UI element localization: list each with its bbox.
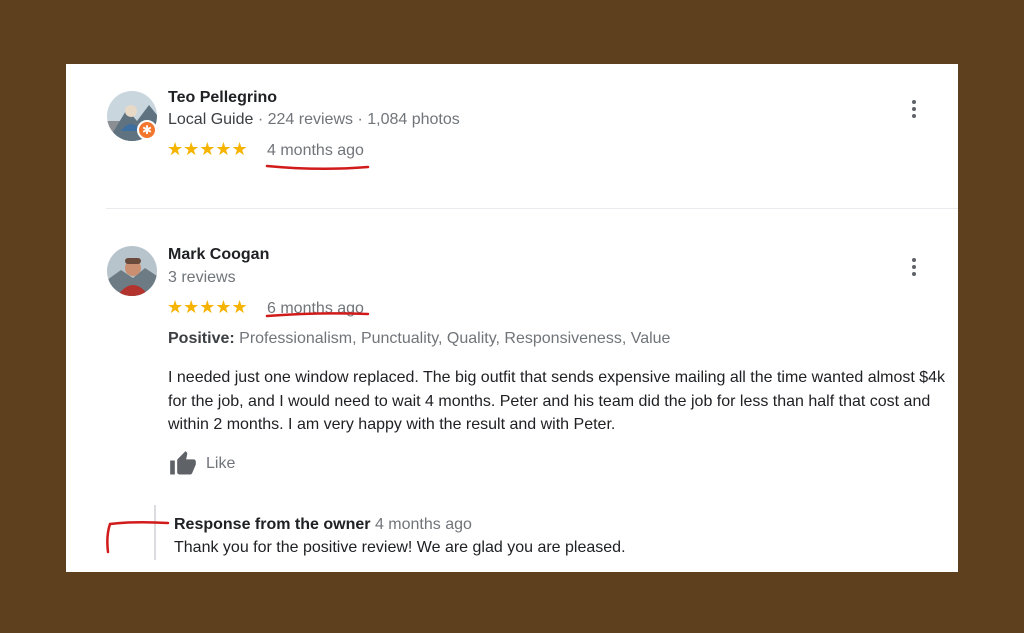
review-text: I needed just one window replaced. The b…: [168, 369, 946, 433]
avatar-image: [107, 246, 157, 296]
review-date: 6 months ago: [267, 300, 364, 317]
positive-attributes: Positive: Professionalism, Punctuality, …: [168, 330, 670, 348]
like-button[interactable]: Like: [168, 450, 235, 478]
reviews-panel: ✱ Teo Pellegrino Local Guide · 224 revie…: [66, 64, 958, 572]
avatar[interactable]: [107, 246, 157, 296]
reviewer-name[interactable]: Teo Pellegrino: [168, 89, 277, 107]
review-date: 4 months ago: [267, 142, 364, 159]
separator: ·: [257, 111, 268, 128]
more-vert-icon[interactable]: [906, 256, 922, 278]
owner-response-header: Response from the owner 4 months ago: [174, 516, 472, 534]
owner-response-title: Response from the owner: [174, 516, 371, 533]
thumbs-up-icon: [170, 451, 196, 475]
star-rating: ★★★★★: [167, 297, 248, 317]
reviewer-stats[interactable]: Local Guide · 224 reviews · 1,084 photos: [168, 111, 460, 129]
red-underline-annotation: [265, 164, 370, 171]
owner-response-date: 4 months ago: [374, 516, 472, 533]
positive-values: Professionalism, Punctuality, Quality, R…: [239, 330, 671, 347]
reviewer-name[interactable]: Mark Coogan: [168, 246, 269, 264]
red-bracket-annotation: [106, 520, 170, 554]
local-guide-label: Local Guide: [168, 111, 254, 128]
reviewer-stats[interactable]: 3 reviews: [168, 269, 236, 287]
owner-response-text: Thank you for the positive review! We ar…: [174, 539, 626, 556]
review-photo-count: 224 reviews · 1,084 photos: [267, 111, 460, 128]
review-divider: [106, 208, 958, 209]
more-vert-icon[interactable]: [906, 98, 922, 120]
like-label: Like: [206, 455, 236, 472]
local-guide-star-icon: ✱: [137, 120, 157, 140]
star-rating: ★★★★★: [167, 139, 248, 159]
owner-response-bar: [154, 505, 156, 560]
positive-label: Positive:: [168, 330, 235, 347]
